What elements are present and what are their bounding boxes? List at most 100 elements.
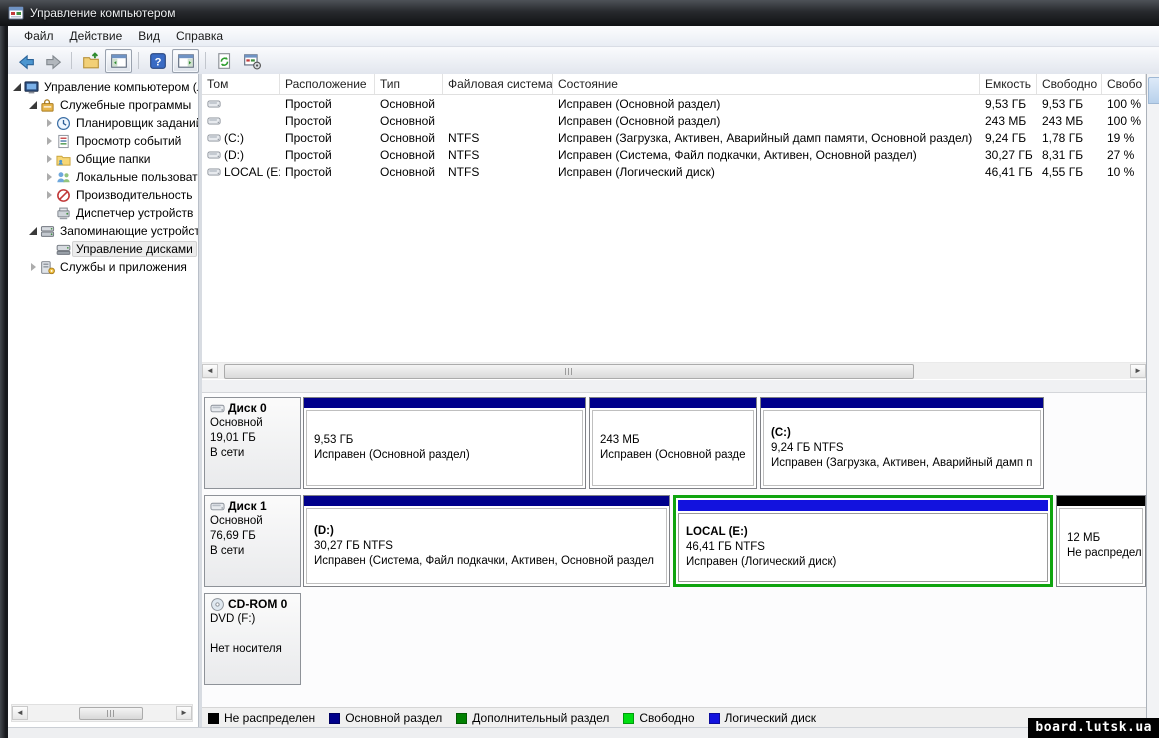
expander-collapsed-icon[interactable] — [44, 172, 55, 183]
sidebar-item[interactable]: Производительность — [8, 186, 198, 204]
cell-text: Исправен (Основной раздел) — [558, 97, 720, 111]
expander-expanded-icon[interactable] — [12, 82, 23, 93]
sidebar-item[interactable]: Служебные программы — [8, 96, 198, 114]
volume-row[interactable]: (D:)ПростойОсновнойNTFSИсправен (Система… — [202, 146, 1146, 163]
cell-свободно: 243 МБ — [1037, 114, 1102, 128]
partition-title: (D:) — [314, 524, 659, 539]
menu-item-вид[interactable]: Вид — [130, 27, 168, 45]
show-console-tree-button[interactable] — [105, 49, 132, 73]
volume-row[interactable]: ПростойОсновнойИсправен (Основной раздел… — [202, 112, 1146, 129]
partition[interactable]: 9,53 ГБИсправен (Основной раздел) — [303, 397, 586, 489]
partition-type-bar — [590, 398, 756, 408]
forward-button[interactable] — [40, 50, 65, 72]
expander-expanded-icon[interactable] — [28, 100, 39, 111]
sidebar-item-label: Локальные пользовате — [72, 169, 198, 185]
window-border-left — [0, 26, 8, 738]
scroll-left-icon[interactable]: ◄ — [202, 364, 218, 378]
volume-row[interactable]: LOCAL (E:)ПростойОсновнойNTFSИсправен (Л… — [202, 163, 1146, 180]
sidebar-item-label: Планировщик заданий — [72, 115, 198, 131]
show-actions-pane-button[interactable] — [172, 49, 199, 73]
disk-row: CD-ROM 0DVD (F:) Нет носителя — [204, 593, 1144, 685]
help-button[interactable]: ? — [145, 50, 170, 72]
column-header-тип[interactable]: Тип — [375, 74, 443, 94]
disk-label[interactable]: Диск 1Основной76,69 ГБВ сети — [204, 495, 301, 587]
disk-label[interactable]: Диск 0Основной19,01 ГБВ сети — [204, 397, 301, 489]
expander-collapsed-icon[interactable] — [28, 262, 39, 273]
cell-свободно: 1,78 ГБ — [1037, 131, 1102, 145]
volume-row[interactable]: (C:)ПростойОсновнойNTFSИсправен (Загрузк… — [202, 129, 1146, 146]
partition[interactable]: (D:)30,27 ГБ NTFSИсправен (Система, Файл… — [303, 495, 670, 587]
sidebar-item[interactable]: Локальные пользовате — [8, 168, 198, 186]
expander-collapsed-icon[interactable] — [44, 154, 55, 165]
cell-text: NTFS — [448, 131, 479, 145]
menu-item-справка[interactable]: Справка — [168, 27, 231, 45]
device-manager-icon — [56, 205, 72, 221]
partition[interactable]: (C:)9,24 ГБ NTFSИсправен (Загрузка, Акти… — [760, 397, 1044, 489]
partition-size: 46,41 ГБ NTFS — [686, 540, 1040, 555]
up-one-level-button[interactable] — [78, 50, 103, 72]
sidebar-item[interactable]: Диспетчер устройств — [8, 204, 198, 222]
disk-management-icon — [56, 241, 72, 257]
sidebar-item-label: Службы и приложения — [56, 259, 191, 275]
sidebar-item-label: Служебные программы — [56, 97, 195, 113]
cell-text: 27 % — [1107, 148, 1134, 162]
partition[interactable]: 243 МБИсправен (Основной разде — [589, 397, 757, 489]
column-header-емкость[interactable]: Емкость — [980, 74, 1037, 94]
pane-splitter[interactable] — [202, 379, 1146, 393]
volume-list-horizontal-scrollbar[interactable]: ◄ ► — [202, 362, 1146, 379]
sidebar-item[interactable]: Просмотр событий — [8, 132, 198, 150]
cell-text: 4,55 ГБ — [1042, 165, 1083, 179]
scroll-right-icon[interactable]: ► — [1130, 364, 1146, 378]
menu-item-действие[interactable]: Действие — [62, 27, 131, 45]
cell-емкость: 30,27 ГБ — [980, 148, 1037, 162]
disk-label[interactable]: CD-ROM 0DVD (F:) Нет носителя — [204, 593, 301, 685]
up-one-level-icon — [82, 52, 100, 70]
cell-text: Простой — [285, 114, 332, 128]
expander-collapsed-icon[interactable] — [44, 118, 55, 129]
scrollbar-thumb[interactable] — [79, 707, 143, 720]
computer-management-window: { "window": { "title": "Управление компь… — [0, 0, 1159, 738]
cell-text: Исправен (Загрузка, Активен, Аварийный д… — [558, 131, 972, 145]
scroll-left-icon[interactable]: ◄ — [12, 706, 28, 720]
disk-name-text: Диск 1 — [228, 499, 267, 514]
sidebar-item[interactable]: Общие папки — [8, 150, 198, 168]
cell-свободно: 8,31 ГБ — [1037, 148, 1102, 162]
partition-selected[interactable]: LOCAL (E:)46,41 ГБ NTFSИсправен (Логичес… — [673, 495, 1053, 587]
partition-unallocated[interactable]: 12 МБНе распредел — [1056, 495, 1146, 587]
scroll-right-icon[interactable]: ► — [176, 706, 192, 720]
cell-состояние: Исправен (Загрузка, Активен, Аварийный д… — [553, 131, 980, 145]
cell-состояние: Исправен (Система, Файл подкачки, Активе… — [553, 148, 980, 162]
disk-management-pane: ТомРасположениеТипФайловая системаСостоя… — [202, 74, 1146, 728]
column-header-расположение[interactable]: Расположение — [280, 74, 375, 94]
refresh-button[interactable] — [212, 50, 237, 72]
column-header-свободно[interactable]: Свободно — [1037, 74, 1102, 94]
sidebar-item[interactable]: Управление дисками — [8, 240, 198, 258]
partition-type-bar — [678, 500, 1048, 511]
column-header-состояние[interactable]: Состояние — [553, 74, 980, 94]
sidebar-horizontal-scrollbar[interactable]: ◄ ► — [11, 704, 193, 722]
services-icon — [40, 259, 56, 275]
sidebar-item[interactable]: Управление компьютером (л — [8, 78, 198, 96]
disk-info-line: DVD (F:) — [210, 612, 295, 627]
cell-файловая система: NTFS — [443, 148, 553, 162]
column-header-свобо[interactable]: Свобо — [1102, 74, 1146, 94]
properties-button[interactable] — [239, 50, 264, 72]
expander-collapsed-icon[interactable] — [44, 190, 55, 201]
expander-expanded-icon[interactable] — [28, 226, 39, 237]
volume-row[interactable]: ПростойОсновнойИсправен (Основной раздел… — [202, 95, 1146, 112]
back-button[interactable] — [13, 50, 38, 72]
partition-type-bar — [1057, 496, 1145, 506]
column-header-файловая система[interactable]: Файловая система — [443, 74, 553, 94]
sidebar-item[interactable]: Службы и приложения — [8, 258, 198, 276]
sidebar-item[interactable]: Запоминающие устройст — [8, 222, 198, 240]
menu-item-файл[interactable]: Файл — [16, 27, 62, 45]
scrollbar-thumb[interactable] — [224, 364, 914, 379]
cell-text: 243 МБ — [985, 114, 1026, 128]
partition-status: Исправен (Логический диск) — [686, 555, 1040, 570]
expander-collapsed-icon[interactable] — [44, 136, 55, 147]
column-header-том[interactable]: Том — [202, 74, 280, 94]
sidebar-item[interactable]: Планировщик заданий — [8, 114, 198, 132]
expander-placeholder — [44, 208, 55, 219]
cell-емкость: 9,53 ГБ — [980, 97, 1037, 111]
refresh-icon — [216, 52, 234, 70]
